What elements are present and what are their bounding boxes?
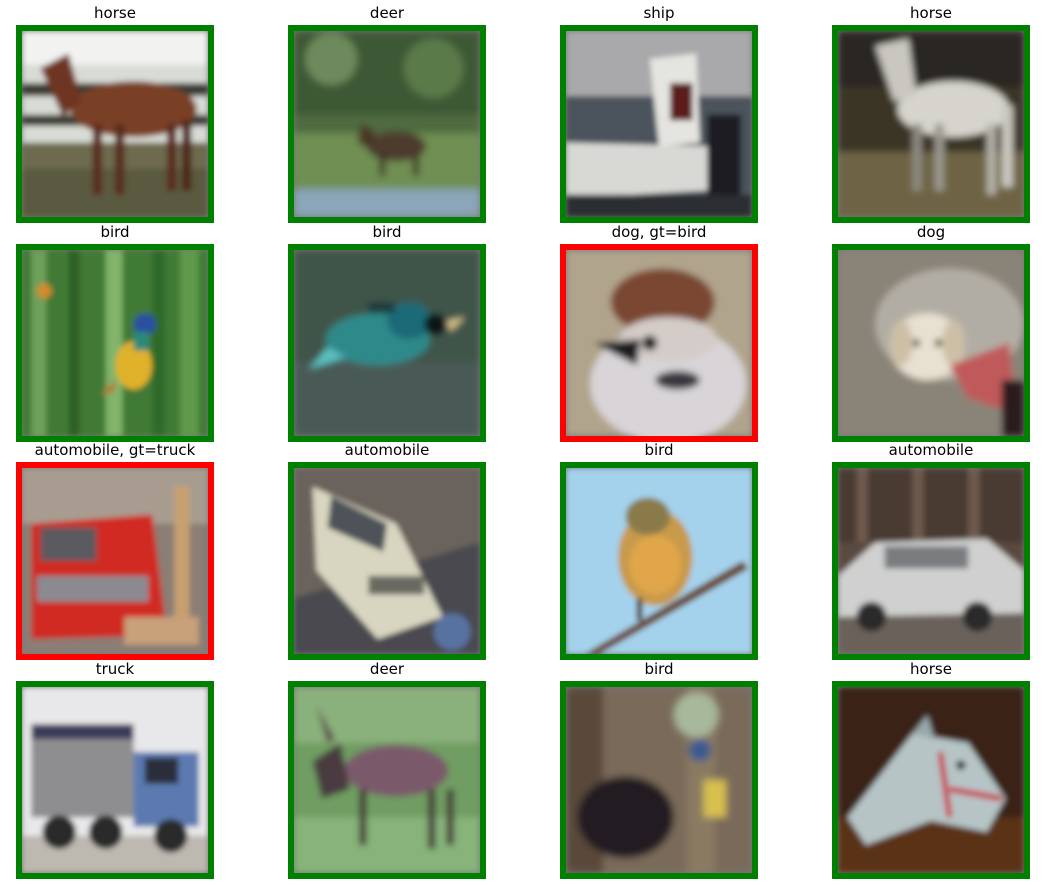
tile-caption: dog, gt=bird xyxy=(611,223,707,241)
tile: bird xyxy=(288,221,486,442)
tile-image xyxy=(16,681,214,879)
tile-caption: automobile xyxy=(344,441,430,459)
deer-image xyxy=(294,31,480,217)
tile-image xyxy=(832,681,1030,879)
tile: automobile, gt=truck xyxy=(16,439,214,660)
car-image xyxy=(838,468,1024,654)
tile: bird xyxy=(560,658,758,879)
tile-image xyxy=(560,25,758,223)
horse-head-image xyxy=(838,687,1024,873)
prediction-grid: horse deer ship horse bird bird dog, gt=… xyxy=(0,0,1049,885)
ship-image xyxy=(566,31,752,217)
bird-image xyxy=(566,687,752,873)
tile-caption: bird xyxy=(644,660,674,678)
tile-image xyxy=(832,25,1030,223)
tile: bird xyxy=(16,221,214,442)
truck-image xyxy=(22,468,208,654)
tile-image xyxy=(288,25,486,223)
tile: horse xyxy=(16,2,214,223)
tile: truck xyxy=(16,658,214,879)
tile: bird xyxy=(560,439,758,660)
tile-caption: bird xyxy=(644,441,674,459)
bird-on-branch-image xyxy=(566,468,752,654)
tile-image xyxy=(288,244,486,442)
bird-image xyxy=(294,250,480,436)
tile-caption: dog xyxy=(916,223,946,241)
tile-caption: automobile xyxy=(888,441,974,459)
tile-image xyxy=(560,462,758,660)
tile-image xyxy=(16,244,214,442)
tile-caption: truck xyxy=(95,660,135,678)
tile: ship xyxy=(560,2,758,223)
tile-caption: horse xyxy=(910,4,952,22)
tile: automobile xyxy=(832,439,1030,660)
tile-image xyxy=(832,244,1030,442)
tile-caption: horse xyxy=(94,4,136,22)
tile: deer xyxy=(288,2,486,223)
tile-image xyxy=(288,462,486,660)
truck-image xyxy=(22,687,208,873)
bird-image xyxy=(22,250,208,436)
tile-caption: bird xyxy=(100,223,130,241)
dog-image xyxy=(838,250,1024,436)
tile-caption: bird xyxy=(372,223,402,241)
tile: dog, gt=bird xyxy=(560,221,758,442)
tile: deer xyxy=(288,658,486,879)
tile-image xyxy=(832,462,1030,660)
tile: horse xyxy=(832,2,1030,223)
car-image xyxy=(294,468,480,654)
sparrow-image xyxy=(566,250,752,436)
tile-caption: deer xyxy=(369,660,405,678)
tile-caption: automobile, gt=truck xyxy=(34,441,196,459)
tile-caption: ship xyxy=(643,4,675,22)
tile-caption: deer xyxy=(369,4,405,22)
tile-image xyxy=(560,681,758,879)
tile-image xyxy=(16,462,214,660)
horse-image xyxy=(22,31,208,217)
tile: horse xyxy=(832,658,1030,879)
tile-image xyxy=(288,681,486,879)
tile-image xyxy=(560,244,758,442)
tile-caption: horse xyxy=(910,660,952,678)
horse-image xyxy=(838,31,1024,217)
tile-image xyxy=(16,25,214,223)
deer-image xyxy=(294,687,480,873)
tile: automobile xyxy=(288,439,486,660)
tile: dog xyxy=(832,221,1030,442)
